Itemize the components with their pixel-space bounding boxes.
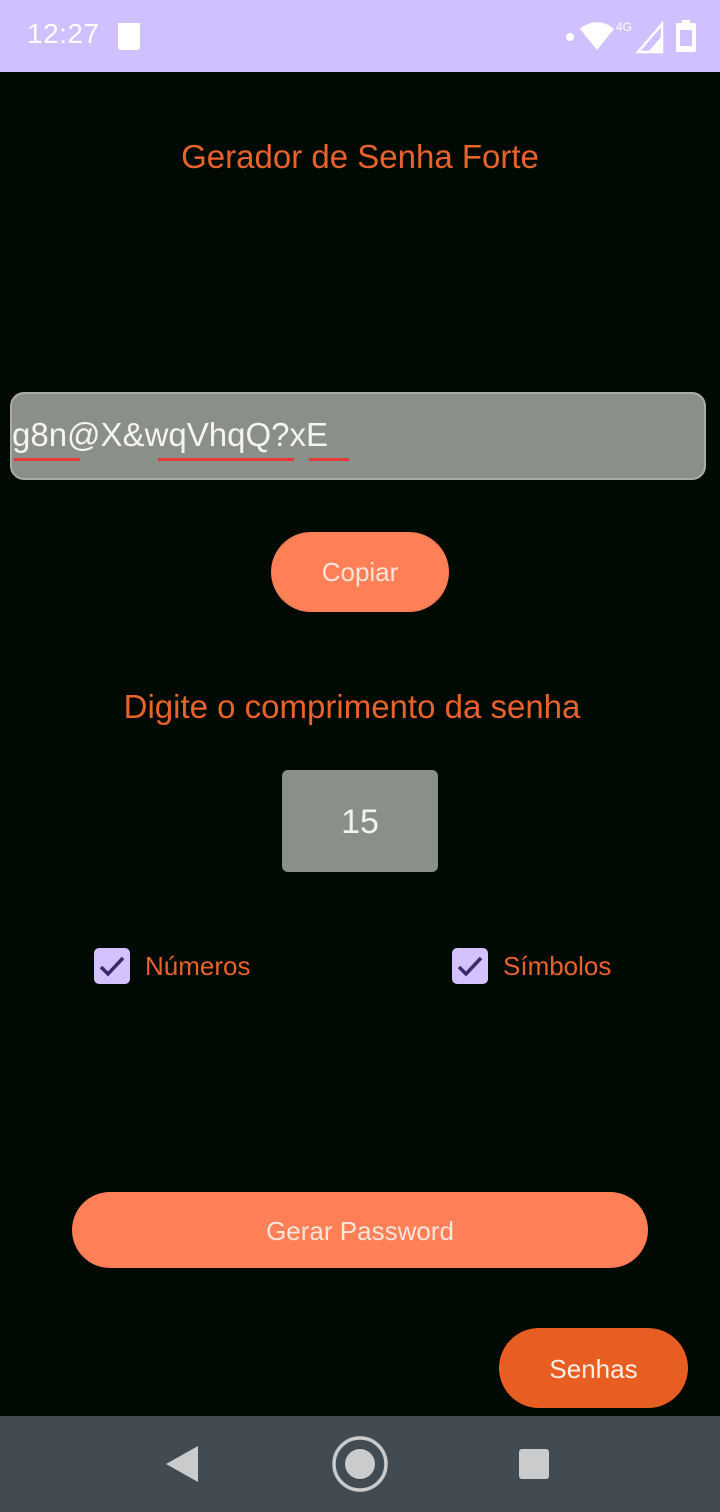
home-icon[interactable] [332, 1436, 388, 1492]
check-icon [457, 956, 483, 977]
check-icon [99, 956, 125, 977]
numbers-checkbox[interactable] [94, 948, 130, 984]
navigation-bar [0, 1416, 720, 1512]
spellcheck-underline [14, 454, 80, 461]
numbers-label: Números [145, 950, 251, 981]
symbols-label: Símbolos [503, 950, 612, 981]
generate-password-button[interactable]: Gerar Password [72, 1192, 648, 1268]
notification-dot-icon [566, 33, 574, 41]
copy-button[interactable]: Copiar [271, 532, 449, 612]
symbols-checkbox[interactable] [452, 948, 488, 984]
length-input[interactable]: 15 [282, 770, 438, 872]
wifi-icon [580, 22, 614, 50]
svg-text:4G: 4G [616, 20, 632, 34]
status-time: 12:27 [27, 18, 100, 49]
app-title: Gerador de Senha Forte [181, 138, 539, 175]
battery-icon [676, 20, 696, 52]
document-icon [118, 23, 140, 50]
status-bar: 12:27 4G [0, 0, 720, 72]
app-screen: 12:27 4G Gerador de Senha Forte g8n@X&wq… [0, 0, 720, 1512]
passwords-history-button[interactable]: Senhas [499, 1328, 688, 1408]
password-field[interactable]: g8n@X&wqVhqQ?xE [10, 392, 706, 480]
spellcheck-underline [158, 454, 294, 461]
numbers-option[interactable]: Números [94, 946, 250, 986]
spellcheck-underline [309, 454, 349, 461]
symbols-option[interactable]: Símbolos [452, 946, 611, 986]
back-icon[interactable] [166, 1446, 198, 1482]
length-label: Digite o comprimento da senha [123, 688, 581, 725]
recents-icon[interactable] [519, 1449, 549, 1479]
password-value: g8n@X&wqVhqQ?xE [12, 416, 329, 453]
signal-4g-icon: 4G [616, 20, 664, 54]
